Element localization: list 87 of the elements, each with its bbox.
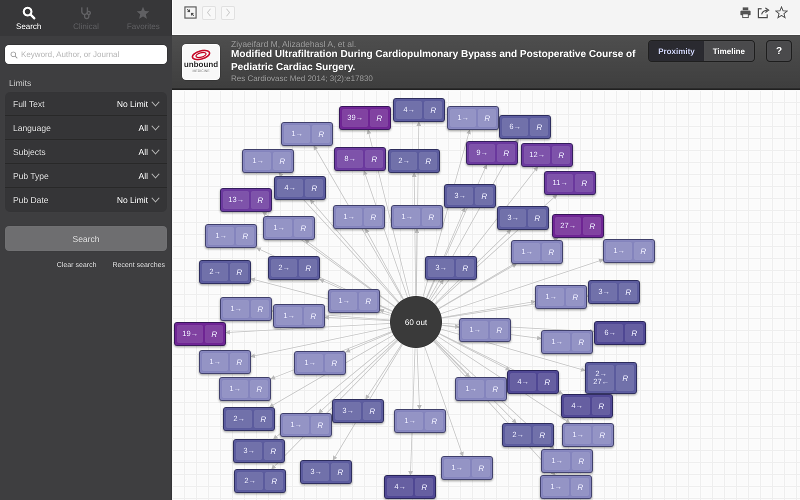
references-button[interactable]: R [305, 179, 323, 197]
references-button[interactable]: R [542, 243, 560, 261]
references-button[interactable]: R [619, 283, 637, 301]
limit-row[interactable]: Pub Type All [5, 164, 167, 188]
sidebar-tab[interactable]: Search [0, 0, 58, 36]
references-button[interactable]: R [359, 292, 377, 310]
center-node[interactable]: 60 out [390, 296, 442, 348]
references-button[interactable]: R [370, 109, 388, 127]
chevron-down-icon [151, 148, 160, 154]
chevron-down-icon [151, 124, 160, 130]
limits-heading: Limits [9, 78, 32, 88]
collapse-icon[interactable] [184, 6, 197, 19]
chevron-right-icon [225, 8, 231, 17]
article-title: Modified Ultrafiltration During Cardiopulmonary Bypass and Postoperative Course of Pediatric Cardiac Surgery. [231, 49, 636, 74]
references-button[interactable]: R [592, 397, 610, 415]
references-button[interactable]: R [566, 288, 584, 306]
references-button[interactable]: R [254, 410, 272, 428]
article-citation: Res Cardiovasc Med 2014; 3(2):e17830 [231, 74, 374, 84]
references-button[interactable]: R [251, 191, 269, 209]
references-button[interactable]: R [424, 101, 442, 119]
references-button[interactable]: R [533, 426, 551, 444]
references-button[interactable]: R [593, 426, 611, 444]
chevron-down-icon [151, 100, 160, 106]
references-button[interactable]: R [530, 118, 548, 136]
print-icon[interactable] [739, 6, 752, 19]
references-button[interactable]: R [331, 463, 349, 481]
references-button[interactable]: R [472, 459, 490, 477]
references-button[interactable]: R [486, 380, 504, 398]
references-button[interactable]: R [294, 219, 312, 237]
references-button[interactable]: R [415, 478, 433, 496]
search-button[interactable]: Search [5, 226, 167, 251]
references-button[interactable]: R [616, 365, 634, 391]
references-button[interactable]: R [538, 373, 556, 391]
references-button[interactable]: R [273, 152, 291, 170]
limit-row[interactable]: Subjects All [5, 140, 167, 164]
view-mode-tab[interactable]: Timeline [704, 41, 754, 61]
share-icon[interactable] [757, 6, 770, 19]
search-icon [10, 50, 18, 58]
references-button[interactable]: R [572, 452, 590, 470]
references-button[interactable]: R [365, 150, 383, 168]
references-button[interactable]: R [364, 208, 382, 226]
star-icon[interactable] [775, 6, 788, 19]
references-button[interactable]: R [299, 259, 317, 277]
limit-row[interactable]: Full Text No Limit [5, 92, 167, 116]
star-icon [136, 6, 150, 20]
references-button[interactable]: R [251, 300, 269, 318]
search-icon [22, 6, 36, 20]
chevron-down-icon [151, 172, 160, 178]
references-button[interactable]: R [625, 324, 643, 342]
references-button[interactable]: R [250, 380, 268, 398]
references-button[interactable]: R [230, 263, 248, 281]
references-button[interactable]: R [456, 259, 474, 277]
references-button[interactable]: R [478, 109, 496, 127]
search-field[interactable]: Keyword, Author, or Journal [5, 45, 167, 64]
chevron-left-icon [206, 8, 212, 17]
references-button[interactable]: R [419, 152, 437, 170]
limit-row[interactable]: Language All [5, 116, 167, 140]
references-button[interactable]: R [583, 217, 601, 235]
logo-icon [190, 49, 212, 62]
references-button[interactable]: R [422, 208, 440, 226]
references-button[interactable]: R [425, 412, 443, 430]
logo-name: unbound [184, 61, 218, 70]
references-button[interactable]: R [230, 353, 248, 371]
stethoscope-icon [78, 6, 93, 20]
limit-row[interactable]: Pub Date No Limit [5, 188, 167, 212]
references-button[interactable]: R [311, 416, 329, 434]
references-button[interactable]: R [236, 227, 254, 245]
references-button[interactable]: R [490, 321, 508, 339]
references-button[interactable]: R [265, 472, 283, 490]
references-button[interactable]: R [363, 402, 381, 420]
references-button[interactable]: R [571, 478, 589, 496]
references-button[interactable]: R [304, 307, 322, 325]
references-button[interactable]: R [634, 242, 652, 260]
references-button[interactable]: R [312, 125, 330, 143]
article-authors: Ziyaeifard M, Alizadehasl A, et al. [231, 39, 358, 49]
references-button[interactable]: R [575, 174, 593, 192]
references-button[interactable]: R [475, 187, 493, 205]
view-mode-tab[interactable]: Proximity [649, 41, 704, 61]
chevron-down-icon [151, 197, 160, 203]
references-button[interactable]: R [552, 146, 570, 164]
references-button[interactable]: R [528, 209, 546, 227]
references-button[interactable]: R [205, 325, 223, 343]
references-button[interactable]: R [497, 144, 515, 162]
references-button[interactable]: R [325, 354, 343, 372]
help-button[interactable]: ? [766, 40, 792, 62]
references-button[interactable]: R [572, 333, 590, 351]
references-button[interactable]: R [264, 442, 282, 460]
